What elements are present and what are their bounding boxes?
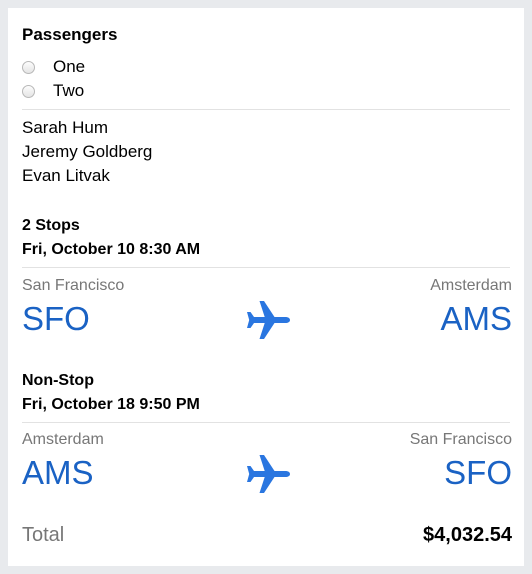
destination-city: San Francisco: [409, 431, 512, 448]
flight-stops: Non-Stop: [22, 372, 94, 389]
total-amount: $4,032.54: [423, 524, 512, 546]
destination-code: SFO: [444, 454, 512, 491]
passenger-option-one[interactable]: One: [22, 56, 85, 78]
airplane-icon: [247, 455, 290, 493]
flight-datetime: Fri, October 10 8:30 AM: [22, 241, 201, 258]
passenger-name: Sarah Hum: [22, 118, 108, 137]
origin-code: AMS: [22, 454, 94, 491]
destination-code: AMS: [440, 300, 512, 337]
radio-one[interactable]: [22, 60, 35, 74]
origin-code: SFO: [22, 300, 90, 337]
radio-two-label[interactable]: Two: [53, 81, 84, 101]
booking-card: Passengers One Two Sarah Hum Jeremy Gold…: [8, 8, 524, 566]
flight-stops: 2 Stops: [22, 217, 80, 234]
divider: [22, 109, 510, 110]
passengers-title: Passengers: [22, 25, 118, 44]
divider: [22, 267, 510, 268]
divider: [22, 422, 510, 423]
flight-datetime: Fri, October 18 9:50 PM: [22, 396, 200, 413]
destination-city: Amsterdam: [430, 277, 512, 294]
total-label: Total: [22, 524, 65, 546]
origin-city: San Francisco: [22, 277, 125, 294]
airplane-icon: [247, 301, 290, 339]
passenger-name: Jeremy Goldberg: [22, 142, 153, 161]
radio-one-label[interactable]: One: [53, 57, 85, 77]
passenger-name: Evan Litvak: [22, 166, 110, 185]
passenger-option-two[interactable]: Two: [22, 80, 84, 102]
radio-two[interactable]: [22, 84, 35, 98]
origin-city: Amsterdam: [22, 431, 104, 448]
